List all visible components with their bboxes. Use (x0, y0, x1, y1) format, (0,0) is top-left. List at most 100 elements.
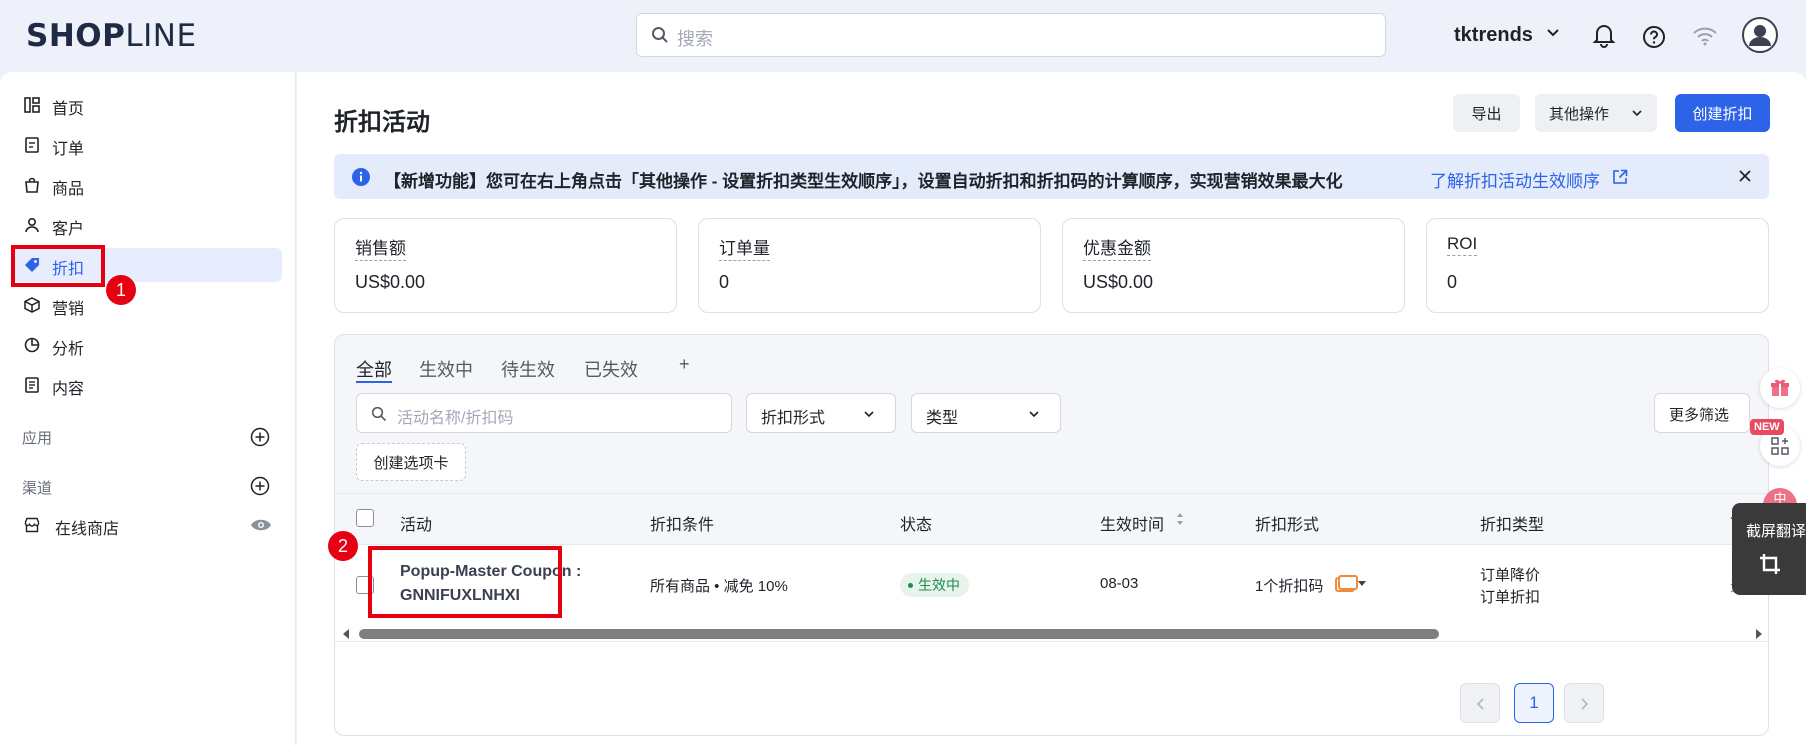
store-icon (24, 517, 40, 533)
bag-icon (25, 177, 39, 193)
store-switcher[interactable]: tktrends (1454, 24, 1533, 47)
type-select[interactable]: 类型 (911, 393, 1061, 433)
sidebar-item-content[interactable]: 内容 (12, 368, 282, 402)
feature-banner: 【新增功能】您可在右上角点击「其他操作 - 设置折扣类型生效顺序」，设置自动折扣… (334, 154, 1769, 199)
search-icon (652, 27, 668, 43)
status-text: 生效中 (918, 577, 960, 593)
select-label: 类型 (926, 410, 959, 427)
wifi-icon[interactable] (1692, 26, 1718, 46)
chevron-down-icon[interactable] (1546, 26, 1560, 40)
discount-condition: 所有商品 • 减免 10% (650, 578, 788, 595)
tab-expired[interactable]: 已失效 (584, 356, 638, 382)
section-channels-label: 渠道 (22, 480, 53, 497)
more-filters-label: 更多筛选 (1669, 407, 1730, 424)
page-title: 折扣活动 (334, 109, 430, 136)
sidebar-item-home[interactable]: 首页 (12, 88, 282, 122)
column-header[interactable]: 生效时间 (1100, 511, 1164, 535)
gift-widget[interactable] (1760, 368, 1800, 408)
sidebar-item-analytics[interactable]: 分析 (12, 328, 282, 362)
sidebar-item-orders[interactable]: 订单 (12, 128, 282, 162)
sidebar-item-label: 首页 (52, 101, 85, 118)
scroll-left-icon[interactable] (342, 628, 350, 640)
create-tab-button[interactable]: 创建选项卡 (356, 443, 466, 481)
shopline-logo[interactable]: SHOPLINE (26, 18, 197, 54)
sidebar-item-label: 营销 (52, 301, 85, 318)
sidebar-item-label: 分析 (52, 341, 85, 358)
add-app-icon[interactable] (250, 427, 270, 447)
banner-link[interactable]: 了解折扣活动生效顺序 (1430, 167, 1600, 192)
eye-icon[interactable] (250, 518, 272, 532)
table-header: 活动 折扣条件 状态 生效时间 折扣形式 折扣类型 可用 (335, 493, 1768, 545)
stat-card-orders: 订单量 0 (698, 218, 1041, 313)
cube-icon (24, 297, 40, 313)
stat-value: 0 (1447, 272, 1458, 292)
more-actions-button[interactable]: 其他操作 (1535, 94, 1657, 132)
sidebar-item-online-store[interactable]: 在线商店 (12, 508, 282, 542)
divider (335, 641, 1768, 642)
stat-card-discount-amount: 优惠金额 US$0.00 (1062, 218, 1405, 313)
sidebar-item-label: 内容 (52, 381, 85, 398)
help-icon[interactable] (1642, 25, 1666, 49)
discount-form-value: 1个折扣码 (1255, 578, 1324, 595)
scroll-right-icon[interactable] (1755, 628, 1763, 640)
step-1-badge: 1 (106, 275, 136, 305)
sidebar-item-label: 商品 (52, 181, 85, 198)
select-all-checkbox[interactable] (356, 509, 374, 527)
close-icon[interactable] (1738, 169, 1752, 183)
next-page-button[interactable] (1564, 683, 1604, 723)
horizontal-scrollbar[interactable] (335, 625, 1768, 641)
tab-all[interactable]: 全部 (356, 356, 392, 382)
column-header: 状态 (900, 517, 933, 534)
sidebar-item-label: 客户 (52, 221, 85, 238)
select-label: 折扣形式 (761, 410, 826, 427)
dashboard-icon (24, 97, 40, 113)
filter-area: 全部 生效中 待生效 已失效 + 活动名称/折扣码 折扣形式 类型 更多筛选 创… (335, 335, 1768, 493)
add-channel-icon[interactable] (250, 476, 270, 496)
scrollbar-thumb[interactable] (359, 629, 1439, 639)
tab-pending[interactable]: 待生效 (501, 356, 555, 382)
sidebar-item-products[interactable]: 商品 (12, 168, 282, 202)
new-badge: NEW (1750, 419, 1784, 435)
stat-card-sales: 销售额 US$0.00 (334, 218, 677, 313)
search-placeholder: 活动名称/折扣码 (397, 410, 514, 427)
create-discount-button[interactable]: 创建折扣 (1675, 94, 1770, 132)
global-search-input[interactable]: 搜索 (636, 13, 1386, 57)
tab-active[interactable]: 生效中 (419, 356, 473, 382)
activity-search-input[interactable]: 活动名称/折扣码 (356, 393, 732, 433)
active-tab-indicator (356, 381, 392, 383)
pie-icon (24, 337, 40, 353)
more-filters-button[interactable]: 更多筛选 (1654, 393, 1750, 433)
export-button[interactable]: 导出 (1453, 94, 1520, 132)
column-header: 折扣形式 (1255, 517, 1320, 534)
discount-list-panel: 全部 生效中 待生效 已失效 + 活动名称/折扣码 折扣形式 类型 更多筛选 创… (334, 334, 1769, 736)
discount-form-select[interactable]: 折扣形式 (746, 393, 896, 433)
prev-page-button[interactable] (1460, 683, 1500, 723)
bell-icon[interactable] (1592, 22, 1616, 48)
stat-value: US$0.00 (1083, 272, 1154, 292)
main-content: 折扣活动 导出 其他操作 创建折扣 【新增功能】您可在右上角点击「其他操作 - … (297, 72, 1806, 745)
sidebar-item-customers[interactable]: 客户 (12, 208, 282, 242)
stat-value: 0 (719, 272, 730, 292)
stat-label: ROI (1447, 234, 1478, 256)
step-2-highlight-box (368, 546, 562, 618)
translate-label: 截屏翻译 (1746, 523, 1806, 540)
stat-label: 销售额 (355, 234, 406, 261)
step-2-badge: 2 (328, 531, 358, 561)
column-header: 活动 (400, 517, 433, 534)
sidebar-item-label: 在线商店 (55, 521, 120, 538)
stat-value: US$0.00 (355, 272, 426, 292)
screenshot-translate-widget[interactable]: 截屏翻译 (1732, 503, 1806, 595)
status-dot (908, 582, 913, 588)
coupon-icon[interactable] (1334, 575, 1366, 593)
sort-icon[interactable] (1176, 512, 1184, 526)
status-badge: 生效中 (900, 573, 969, 597)
avatar-icon[interactable] (1742, 17, 1778, 53)
crop-icon (1760, 554, 1780, 574)
add-tab-button[interactable]: + (679, 354, 690, 375)
column-header: 折扣条件 (650, 517, 715, 534)
page-number-button[interactable]: 1 (1514, 683, 1554, 723)
sidebar-item-marketing[interactable]: 营销 (12, 288, 282, 322)
step-1-highlight-box (11, 245, 105, 287)
external-link-icon[interactable] (1612, 169, 1628, 185)
stat-card-roi: ROI 0 (1426, 218, 1769, 313)
